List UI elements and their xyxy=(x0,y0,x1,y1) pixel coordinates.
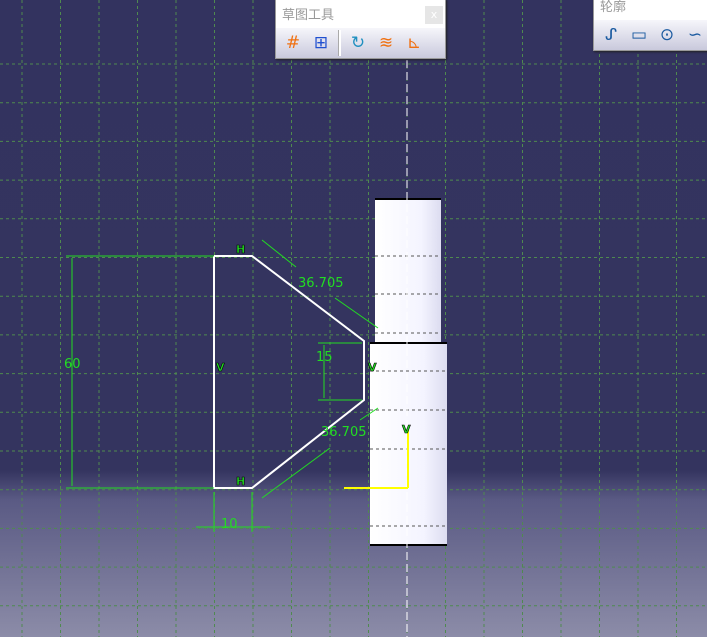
profile-toolbar: 轮廓 ᔑ ▭ ⊙ ∽ xyxy=(593,0,707,51)
dimension-height[interactable]: 60 xyxy=(64,357,81,372)
dimension-bottom-width[interactable]: 10 xyxy=(221,517,238,532)
separator xyxy=(338,30,341,56)
upper-cylinder[interactable] xyxy=(375,199,441,342)
sketch-grid xyxy=(0,0,707,637)
profile-icon[interactable]: ᔑ xyxy=(600,24,622,46)
sketch-tools-toolbar: 草图工具 x # ⊞ ↻ ≋ ⊾ xyxy=(275,0,446,59)
spline-icon[interactable]: ∽ xyxy=(684,24,706,46)
dimension-bottom-chamfer[interactable]: 36.705 xyxy=(321,425,367,440)
dimensional-constraints-icon[interactable]: ⊾ xyxy=(403,32,425,54)
vertical-constraint-right[interactable]: V xyxy=(368,361,378,375)
vertical-constraint-left[interactable]: V xyxy=(216,361,226,375)
grid-icon[interactable]: # xyxy=(282,32,304,54)
dimension-top-chamfer[interactable]: 36.705 xyxy=(298,276,344,291)
snap-to-point-icon[interactable]: ⊞ xyxy=(310,32,332,54)
sketch-canvas[interactable]: V 60 36.705 36.705 15 10 H H V V xyxy=(0,0,707,637)
rectangle-icon[interactable]: ▭ xyxy=(628,24,650,46)
close-button[interactable]: x xyxy=(425,6,443,24)
circle-icon[interactable]: ⊙ xyxy=(656,24,678,46)
toolbar-title: 轮廓 xyxy=(600,0,627,15)
horizontal-constraint-top[interactable]: H xyxy=(236,243,246,257)
axis-v-label: V xyxy=(402,423,411,436)
construction-element-icon[interactable]: ↻ xyxy=(347,32,369,54)
dimension-inner-height[interactable]: 15 xyxy=(316,350,333,365)
toolbar-title: 草图工具 xyxy=(282,8,335,23)
horizontal-constraint-bottom[interactable]: H xyxy=(236,475,246,489)
geometric-constraints-icon[interactable]: ≋ xyxy=(375,32,397,54)
